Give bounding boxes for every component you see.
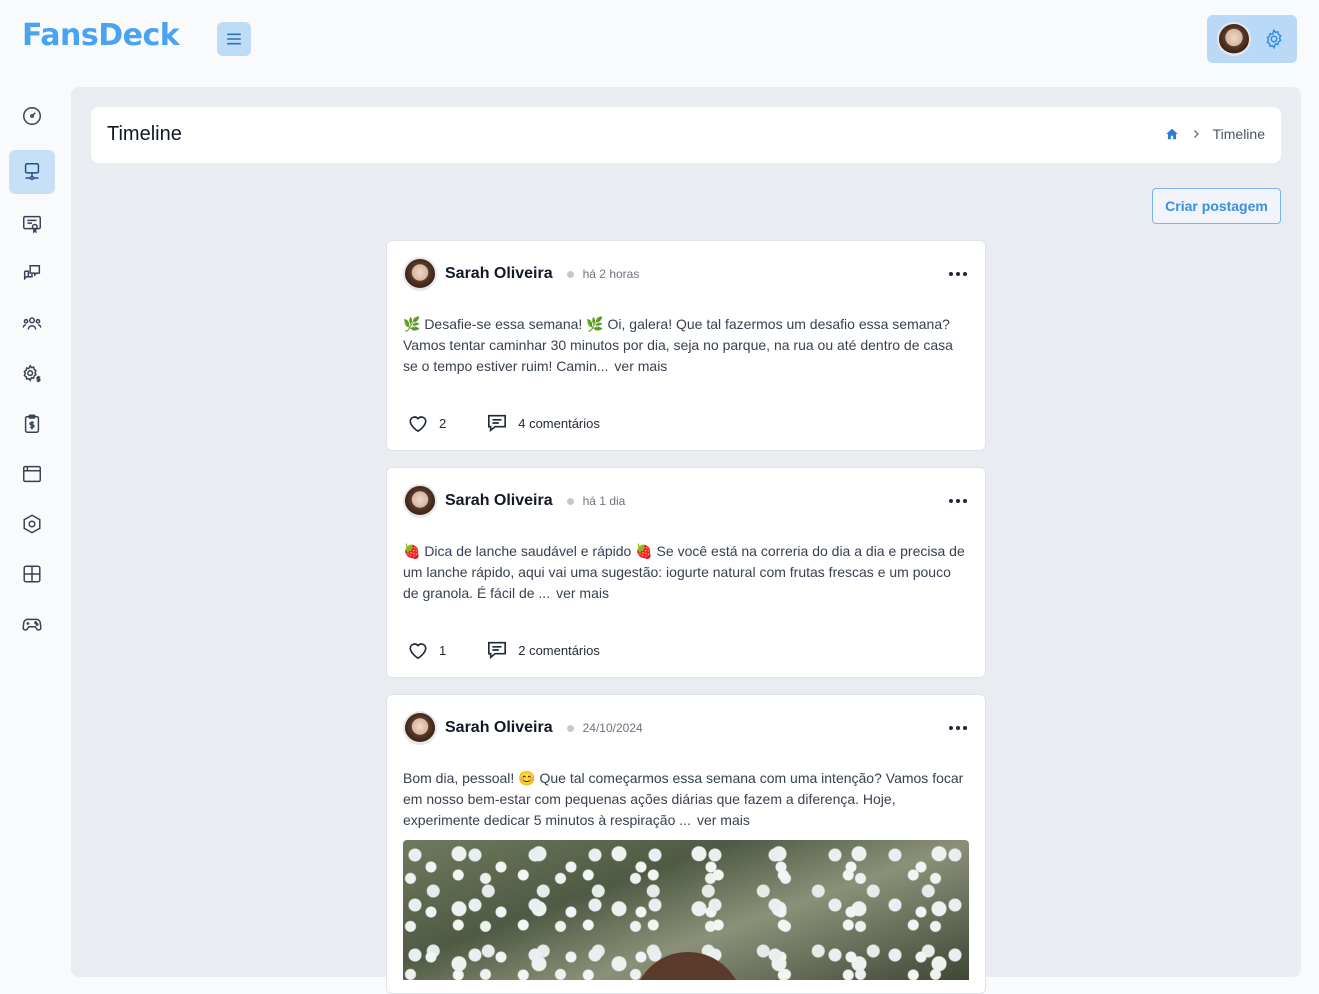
users-icon (22, 317, 42, 330)
author-name[interactable]: Sarah Oliveira (445, 719, 553, 737)
separator-dot (566, 724, 574, 732)
post-time: há 1 dia (582, 494, 626, 508)
chat-icon (23, 265, 41, 281)
post-body: 🌿 Desafie-se essa semana! 🌿 Oi, galera! … (403, 316, 953, 374)
post-time: 24/10/2024 (582, 721, 643, 735)
more-dot (956, 726, 960, 730)
sidebar-item-community[interactable] (9, 302, 55, 346)
top-bar: FansDeck (0, 0, 1319, 80)
like-count: 2 (439, 415, 447, 431)
comment-icon (488, 641, 507, 659)
post-header: Sarah Oliveira há 2 horas (403, 257, 969, 291)
author-avatar[interactable] (403, 484, 437, 518)
post-card: Sarah Oliveira há 1 dia 🍓 Dica de lanche… (386, 467, 986, 678)
menu-toggle-button[interactable] (217, 22, 251, 56)
create-post-button[interactable]: Criar postagem (1152, 188, 1281, 224)
comment-icon (488, 414, 507, 432)
user-menu[interactable] (1207, 15, 1297, 63)
sidebar-item-timeline[interactable] (9, 150, 55, 194)
author-avatar[interactable] (403, 257, 437, 291)
separator-dot (566, 497, 574, 505)
like-button[interactable]: 2 (407, 413, 446, 433)
grid-icon (23, 565, 41, 583)
hamburger-icon (227, 33, 241, 45)
clipboard-dollar-icon (24, 414, 40, 433)
app-logo[interactable]: FansDeck (22, 18, 180, 53)
hexagon-icon (23, 514, 41, 534)
more-dot (963, 272, 967, 276)
sidebar-item-messages[interactable] (9, 252, 55, 296)
sidebar-item-finance[interactable] (9, 402, 55, 446)
post-actions: 1 2 comentários (407, 640, 600, 660)
see-more-link[interactable]: ver mais (614, 358, 667, 374)
certificate-icon (23, 215, 41, 234)
see-more-link[interactable]: ver mais (556, 585, 609, 601)
more-dot (949, 499, 953, 503)
like-count: 1 (439, 642, 447, 658)
monitor-user-icon (24, 163, 40, 181)
post-time: há 2 horas (582, 267, 640, 281)
sidebar-item-apps[interactable] (9, 552, 55, 596)
comments-button[interactable]: 2 comentários (486, 640, 600, 660)
sidebar-item-browser[interactable] (9, 452, 55, 496)
main-panel: Timeline Timeline Criar postagem Sarah O… (71, 87, 1301, 994)
post-image[interactable] (403, 840, 969, 980)
more-dot (956, 272, 960, 276)
heart-icon (409, 416, 427, 433)
more-dot (963, 499, 967, 503)
post-card: Sarah Oliveira há 2 horas 🌿 Desafie-se e… (386, 240, 986, 451)
photo-subject (633, 952, 743, 980)
author-avatar[interactable] (403, 711, 437, 745)
page-header: Timeline Timeline (91, 107, 1281, 163)
post-text: 🌿 Desafie-se essa semana! 🌿 Oi, galera! … (403, 314, 969, 377)
gamepad-icon (22, 618, 42, 631)
author-name[interactable]: Sarah Oliveira (445, 492, 553, 510)
post-body: 🍓 Dica de lanche saudável e rápido 🍓 Se … (403, 543, 965, 601)
more-dot (949, 272, 953, 276)
gauge-icon (23, 107, 41, 125)
post-text: Bom dia, pessoal! 😊 Que tal começarmos e… (403, 768, 969, 831)
comment-count: 4 comentários (518, 415, 600, 431)
comments-button[interactable]: 4 comentários (486, 413, 600, 433)
post-header: Sarah Oliveira 24/10/2024 (403, 711, 969, 745)
more-options-button[interactable] (947, 495, 969, 507)
breadcrumb: Timeline (1165, 126, 1265, 142)
sidebar-item-dashboard[interactable] (9, 94, 55, 138)
page-title: Timeline (107, 123, 182, 145)
sidebar-item-certificates[interactable] (9, 202, 55, 246)
user-avatar[interactable] (1217, 22, 1251, 56)
gear-icon[interactable] (1263, 28, 1285, 50)
more-options-button[interactable] (947, 268, 969, 280)
window-icon (23, 465, 41, 483)
see-more-link[interactable]: ver mais (697, 812, 750, 828)
like-button[interactable]: 1 (407, 640, 446, 660)
more-dot (963, 726, 967, 730)
home-icon[interactable] (1165, 127, 1179, 141)
breadcrumb-current: Timeline (1212, 126, 1265, 142)
separator-dot (566, 270, 574, 278)
sidebar-item-games[interactable] (9, 602, 55, 646)
gear-dollar-icon (23, 364, 41, 383)
sidebar (0, 88, 64, 965)
more-options-button[interactable] (947, 722, 969, 734)
post-header: Sarah Oliveira há 1 dia (403, 484, 969, 518)
sidebar-item-integrations[interactable] (9, 502, 55, 546)
post-actions: 2 4 comentários (407, 413, 600, 433)
chevron-right-icon (1193, 130, 1199, 138)
post-body: Bom dia, pessoal! 😊 Que tal começarmos e… (403, 770, 964, 828)
comment-count: 2 comentários (518, 642, 600, 658)
author-name[interactable]: Sarah Oliveira (445, 265, 553, 283)
more-dot (956, 499, 960, 503)
heart-icon (409, 643, 427, 660)
post-text: 🍓 Dica de lanche saudável e rápido 🍓 Se … (403, 541, 969, 604)
more-dot (949, 726, 953, 730)
post-card: Sarah Oliveira 24/10/2024 Bom dia, pesso… (386, 694, 986, 994)
sidebar-item-billing-settings[interactable] (9, 352, 55, 396)
